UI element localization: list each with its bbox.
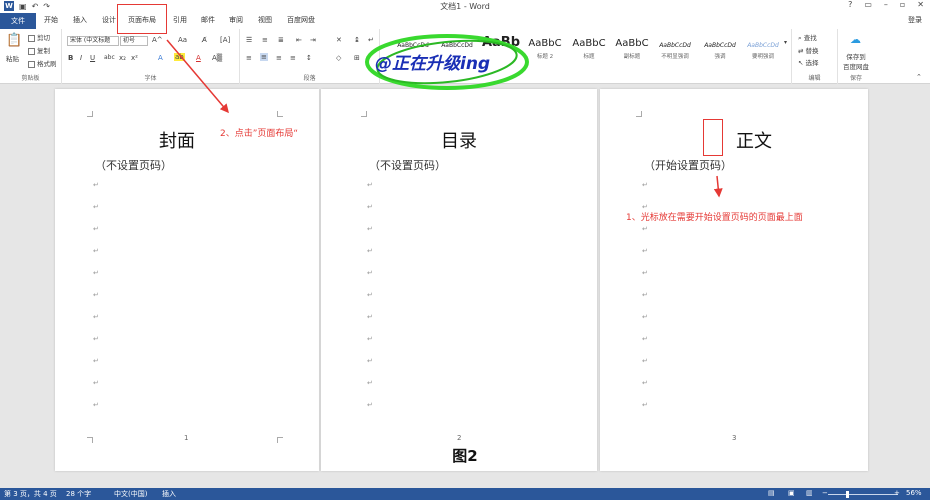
status-bar: 第 3 页，共 4 页 28 个字 中文(中国) 插入 ▤ ▣ ▥ − + 56… xyxy=(0,488,930,500)
arrow-to-cursor xyxy=(713,175,723,198)
annotation-step2: 2、点击”页面布局“ xyxy=(220,129,299,139)
arrow-to-page-layout-tab xyxy=(166,39,229,114)
zoom-slider[interactable] xyxy=(828,494,898,495)
read-mode-icon[interactable]: ▤ xyxy=(768,489,775,497)
language-indicator[interactable]: 中文(中国) xyxy=(114,489,147,499)
zoom-slider-knob[interactable] xyxy=(846,491,849,498)
zoom-out-icon[interactable]: − xyxy=(822,489,828,497)
print-layout-icon[interactable]: ▣ xyxy=(788,489,795,497)
figure-caption: 图2 xyxy=(452,447,478,465)
zoom-level[interactable]: 56% xyxy=(906,489,922,497)
word-count[interactable]: 28 个字 xyxy=(66,489,91,499)
zoom-in-icon[interactable]: + xyxy=(894,489,900,497)
insert-mode-indicator[interactable]: 插入 xyxy=(162,489,176,499)
web-layout-icon[interactable]: ▥ xyxy=(806,489,813,497)
page-indicator[interactable]: 第 3 页，共 4 页 xyxy=(4,489,57,499)
annotation-step1: 1、光标放在需要开始设置页码的页面最上面 xyxy=(626,213,803,223)
watermark-text: @正在升级ing xyxy=(375,54,491,74)
